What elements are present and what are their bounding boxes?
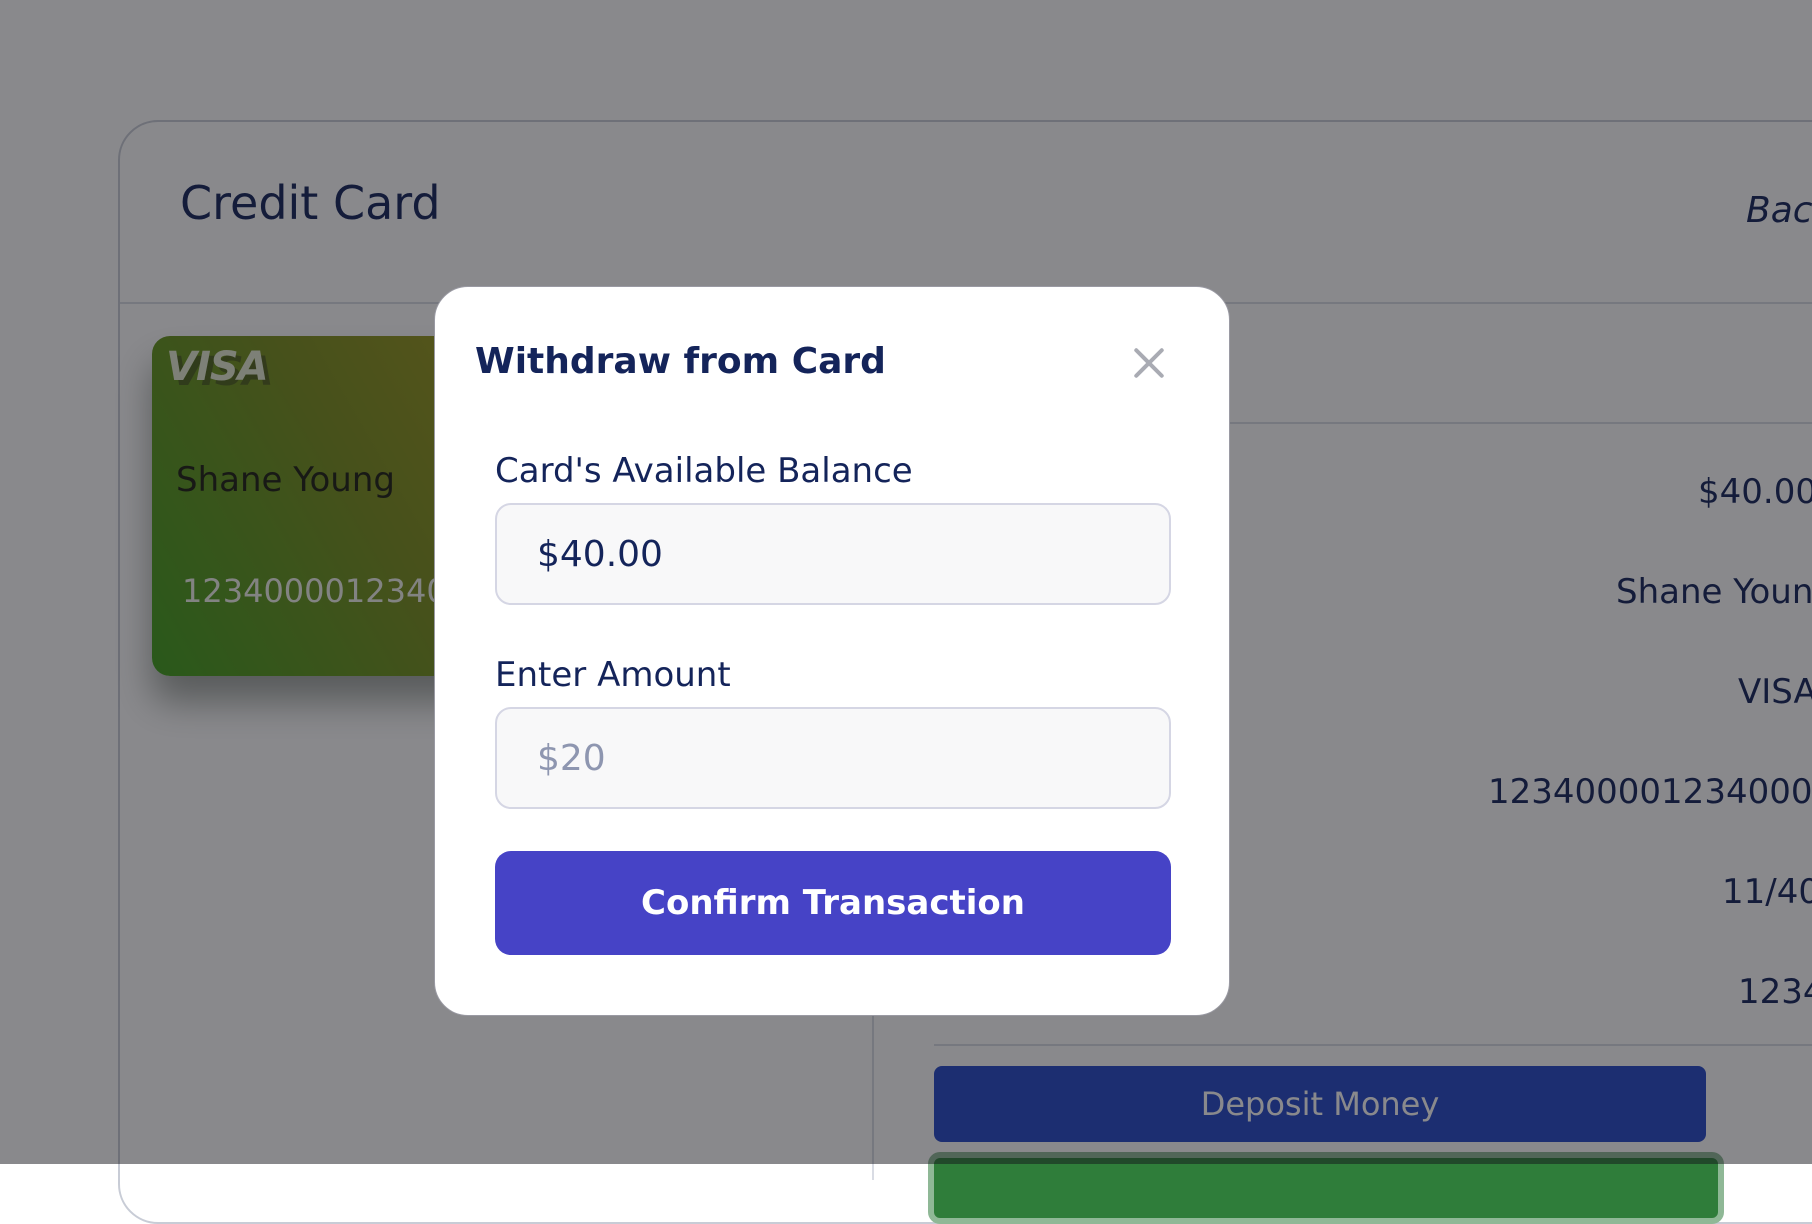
balance-label: Card's Available Balance <box>495 451 913 491</box>
amount-input[interactable] <box>495 707 1171 809</box>
confirm-transaction-button[interactable]: Confirm Transaction <box>495 851 1171 955</box>
balance-field[interactable] <box>495 503 1171 605</box>
withdraw-modal: Withdraw from Card Card's Available Bala… <box>434 286 1230 1016</box>
modal-title: Withdraw from Card <box>475 341 886 382</box>
close-icon[interactable] <box>1125 339 1173 387</box>
amount-label: Enter Amount <box>495 655 731 695</box>
